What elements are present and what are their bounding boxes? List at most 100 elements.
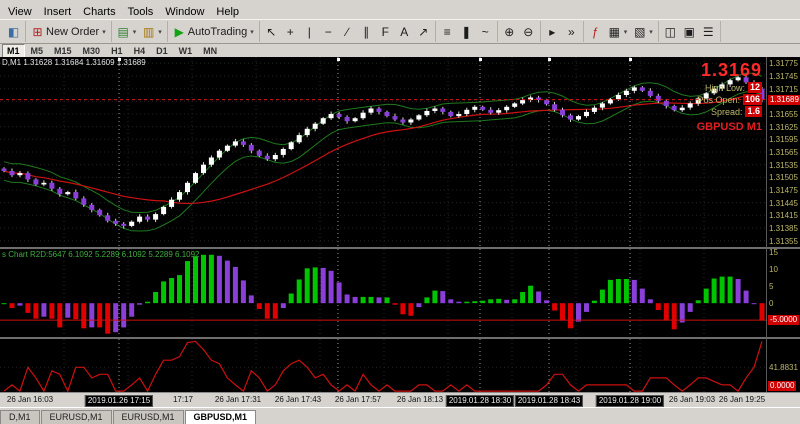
text-label-icon[interactable]: A [396,24,413,40]
line-chart-icon: ~ [481,24,489,39]
price-scale-label: 1.31505 [769,173,798,182]
price-scale-label: 1.31535 [769,161,798,170]
info-row-label: High Low: [704,82,745,93]
horizontal-line-icon[interactable]: − [320,24,337,40]
terminal-icon: ◧ [7,24,20,39]
chevron-down-icon: ▾ [623,28,628,36]
new-order-button[interactable]: ⊞ New Order ▾ [29,24,108,40]
profiles-icon[interactable]: ▥ ▾ [140,24,164,40]
price-scale-label: 1.31565 [769,148,798,157]
menu-insert[interactable]: Insert [38,6,78,18]
chart-tab-gbpusd-m1[interactable]: GBPUSD,M1 [184,410,257,424]
menu-charts[interactable]: Charts [77,6,121,18]
time-axis[interactable]: 26 Jan 16:03 2019.01.26 17:15 17:17 26 Jan … [0,392,800,408]
price-scale[interactable]: 1.317751.317451.317151.316851.316551.316… [767,57,800,392]
crosshair-icon: + [286,24,294,39]
price-scale-label: 1.31595 [769,135,798,144]
chevron-down-icon: ▾ [250,28,254,36]
indicator-panel-oscillator[interactable] [0,339,766,392]
auto-scroll-icon[interactable]: ▸ [544,24,561,40]
terminal-icon[interactable]: ◧ [5,24,22,40]
cursor-icon: ↖ [266,24,277,39]
chart-tab-eurusd-m1[interactable]: EURUSD,M1 [112,410,184,424]
main-chart-svg [0,57,766,247]
price-info-overlay: 1.3169 High Low: 12 Pos Open: 106 Spread: 1.6… [697,60,762,133]
toolbar-group: ≡ ❚ ~ [436,21,498,42]
chart-window[interactable]: D,M1 1.31628 1.31684 1.31609 1.31689 1.3… [0,57,800,392]
chevron-down-icon: ▾ [158,28,162,36]
autotrading-button-label: AutoTrading [187,25,248,38]
time-label: 2019.01.28 18:30 [445,395,515,407]
toolbar-group: ◫ ▣ ☰ [659,21,721,42]
time-label: 2019.01.28 18:43 [514,395,584,407]
menu-window[interactable]: Window [159,6,210,18]
tile-windows-icon: ◫ [664,24,676,39]
menu-help[interactable]: Help [210,6,245,18]
periods-dropdown-icon: ▦ [608,24,620,39]
chevron-down-icon: ▾ [102,28,106,36]
time-label: 2019.01.26 17:15 [84,395,154,407]
candlestick-chart-icon: ❚ [461,24,472,39]
zoom-out-icon[interactable]: ⊖ [520,24,537,40]
autotrading-button[interactable]: ▶ AutoTrading ▾ [171,24,256,40]
profiles-icon: ▥ [143,24,155,39]
histogram-scale-label: 10 [769,265,778,274]
periods-dropdown-icon[interactable]: ▦ ▾ [606,24,630,40]
new-chart-icon: ▤ [117,24,129,39]
zoom-in-icon[interactable]: ⊕ [501,24,518,40]
text-label-icon: A [400,24,409,39]
crosshair-icon[interactable]: + [282,24,299,40]
price-scale-label: 1.31475 [769,186,798,195]
new-order-button-label: New Order [46,25,100,38]
zoom-in-icon: ⊕ [504,24,515,39]
menu-tools[interactable]: Tools [122,6,160,18]
toolbar-group: ↖ + | − ∕ ∥ F A ↗ [260,21,436,42]
data-window-icon: ☰ [702,24,714,39]
toolbar-group: ƒ ▦ ▾ ▧ ▾ [584,21,659,42]
bar-chart-icon: ≡ [443,24,451,39]
chart-tab-d-m1[interactable]: D,M1 [0,410,40,424]
time-label: 26 Jan 17:31 [214,395,262,404]
indicator-label: s Chart R2D:5647 6.1092 5.2289 6.1092 5.… [2,250,200,259]
main-chart-panel[interactable]: D,M1 1.31628 1.31684 1.31609 1.31689 1.3… [0,57,766,247]
time-label: 26 Jan 19:25 [718,395,766,404]
bar-chart-icon[interactable]: ≡ [439,24,456,40]
histogram-scale-label: 0 [769,299,774,308]
indicator-panel-histogram[interactable]: s Chart R2D:5647 6.1092 5.2289 6.1092 5.… [0,249,766,337]
trendline-icon: ∕ [346,24,349,39]
mt4-window: View Insert Charts Tools Window Help ◧ ⊞ New Or… [0,0,800,424]
toolbar-group: ▤ ▾ ▥ ▾ [112,21,168,42]
chart-tab-eurusd-m1[interactable]: EURUSD,M1 [40,410,112,424]
toolbar-group: ⊕ ⊖ [498,21,541,42]
arrow-objects-icon: ↗ [418,24,429,39]
oscillator-scale-label: 41.8831 [769,363,798,372]
toolbar-group: ⊞ New Order ▾ [26,21,112,42]
menu-view[interactable]: View [2,6,38,18]
trendline-icon[interactable]: ∕ [339,24,356,40]
new-chart-icon[interactable]: ▤ ▾ [115,24,139,40]
arrow-objects-icon[interactable]: ↗ [415,24,432,40]
indicators-icon[interactable]: ƒ [587,24,604,40]
chevron-down-icon: ▾ [649,28,653,36]
strategy-tester-icon[interactable]: ▣ [681,24,698,40]
info-row-value: 1.6 [745,106,762,117]
price-scale-label: 1.31385 [769,224,798,233]
templates-icon[interactable]: ▧ ▾ [631,24,655,40]
price-scale-label: 1.31355 [769,237,798,246]
chart-ohlc-readout: D,M1 1.31628 1.31684 1.31609 1.31689 [2,58,146,67]
fibonacci-icon: F [381,24,389,39]
line-chart-icon[interactable]: ~ [477,24,494,40]
equidistant-channel-icon[interactable]: ∥ [358,24,375,40]
histogram-level-box: -5.0000 [768,315,800,325]
price-scale-label: 1.31625 [769,123,798,132]
cursor-icon[interactable]: ↖ [263,24,280,40]
chart-shift-icon[interactable]: » [563,24,580,40]
vertical-line-icon: | [307,24,311,39]
oscillator-svg [0,339,766,392]
candlestick-chart-icon[interactable]: ❚ [458,24,475,40]
tile-windows-icon[interactable]: ◫ [662,24,679,40]
fibonacci-icon[interactable]: F [377,24,394,40]
toolbar: ◧ ⊞ New Order ▾ ▤ ▾ ▥ ▾ ▶ AutoTrading ▾ ↖ + | − ∕ ∥ F A ↗ ≡ ❚… [0,19,800,44]
vertical-line-icon[interactable]: | [301,24,318,40]
data-window-icon[interactable]: ☰ [700,24,717,40]
